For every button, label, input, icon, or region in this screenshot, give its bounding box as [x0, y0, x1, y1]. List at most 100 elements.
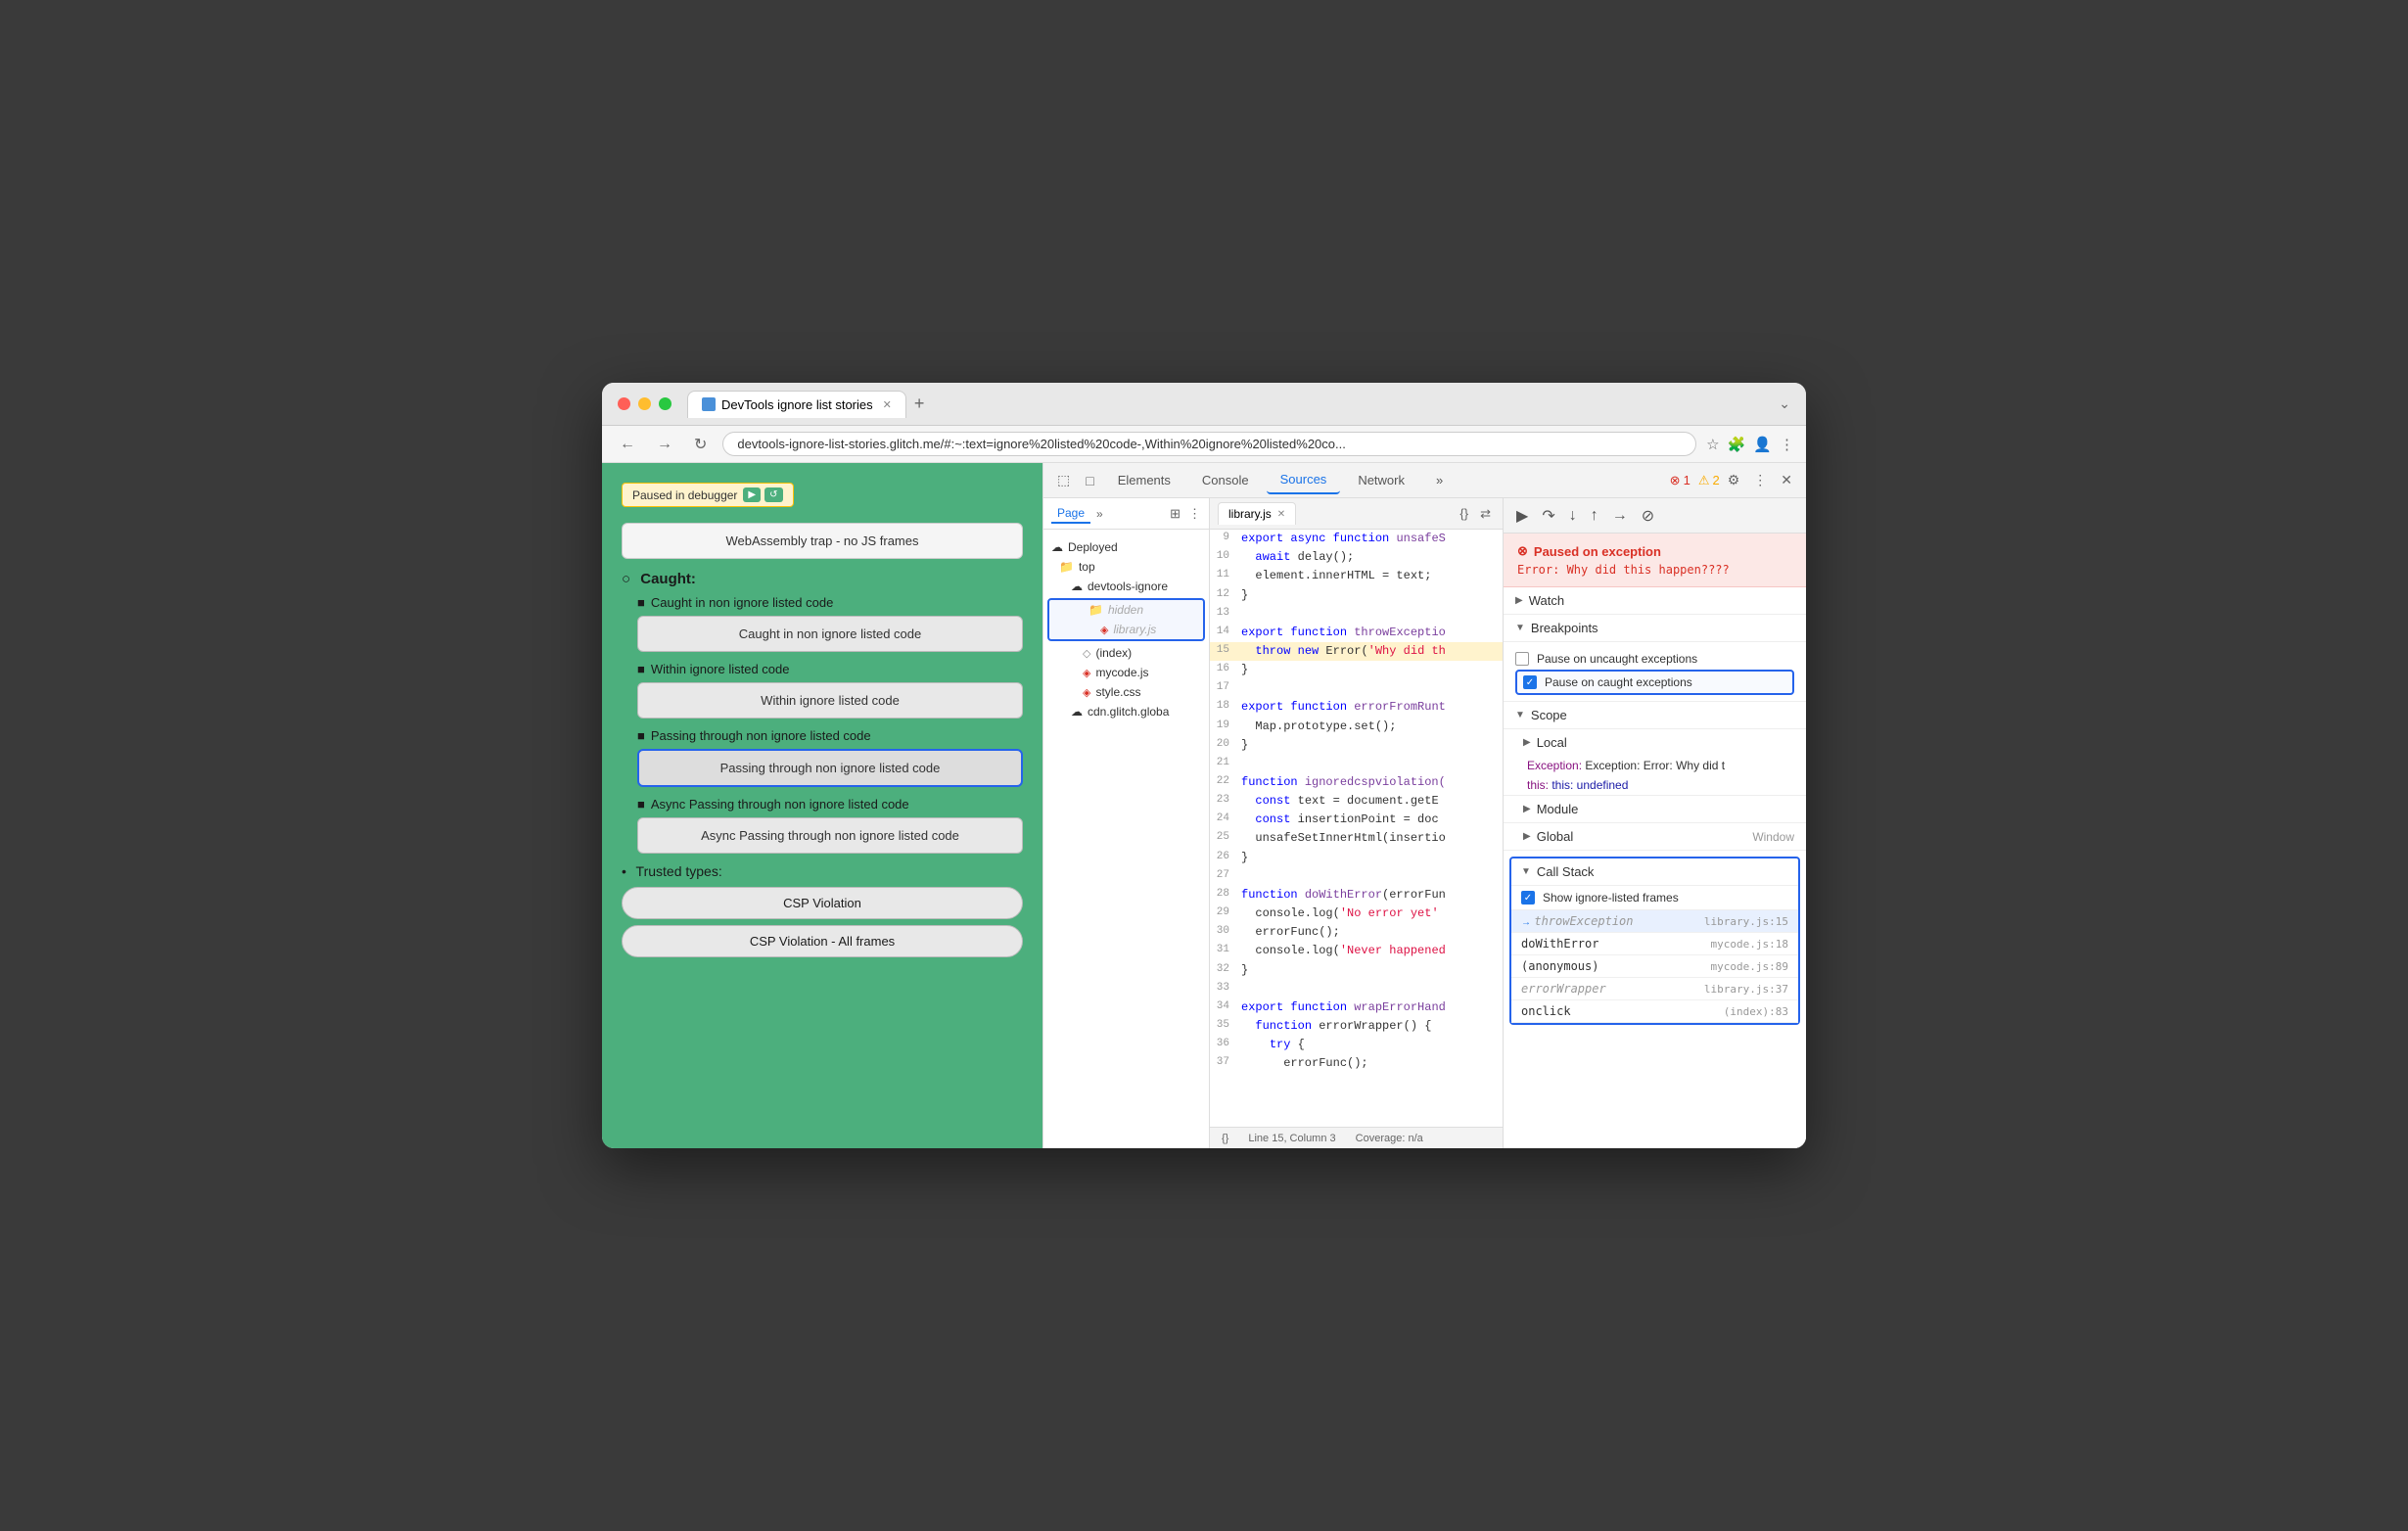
forward-button[interactable]: → — [651, 434, 678, 455]
paused-badge: Paused in debugger ▶ ↺ — [622, 483, 794, 507]
callstack-entry-4[interactable]: onclick (index):83 — [1511, 1000, 1798, 1023]
tab-close-button[interactable]: ✕ — [883, 398, 892, 411]
step-icon[interactable]: ↺ — [764, 487, 782, 502]
more-icon[interactable]: ⋮ — [1747, 468, 1773, 492]
callstack-fn-1: doWithError — [1521, 937, 1598, 951]
step-over-icon[interactable]: ↷ — [1537, 503, 1559, 529]
tab-sources[interactable]: Sources — [1267, 466, 1341, 494]
device-icon[interactable]: □ — [1080, 469, 1099, 492]
scope-section-header[interactable]: ▼ Scope — [1504, 702, 1806, 729]
callstack-entry-2[interactable]: (anonymous) mycode.js:89 — [1511, 955, 1798, 978]
button-async-passing[interactable]: Async Passing through non ignore listed … — [637, 817, 1023, 854]
inspect-icon[interactable]: ⬚ — [1051, 468, 1076, 492]
tree-item-top[interactable]: 📁 top — [1043, 557, 1209, 577]
scope-local-header[interactable]: ▶ Local — [1504, 729, 1806, 756]
sidebar-more-icon[interactable]: ⋮ — [1188, 506, 1201, 522]
maximize-button[interactable] — [659, 397, 671, 410]
tree-item-hidden[interactable]: 📁 hidden — [1049, 600, 1203, 620]
tab-elements[interactable]: Elements — [1104, 467, 1184, 493]
callstack-fn-2: (anonymous) — [1521, 959, 1598, 973]
pause-caught-checkbox[interactable]: ✓ — [1523, 675, 1537, 689]
show-ignore-checkbox[interactable]: ✓ — [1521, 891, 1535, 905]
callstack-entry-3[interactable]: errorWrapper library.js:37 — [1511, 978, 1798, 1000]
code-line-23: 23 const text = document.getE — [1210, 792, 1503, 811]
warn-icon: ⚠ — [1698, 473, 1710, 488]
menu-icon[interactable]: ⋮ — [1780, 436, 1794, 453]
caught-section: ○ Caught: ■ Caught in non ignore listed … — [622, 571, 1023, 854]
callstack-entry-1[interactable]: doWithError mycode.js:18 — [1511, 933, 1798, 955]
callstack-loc-4: (index):83 — [1724, 1005, 1788, 1018]
tree-item-deployed[interactable]: ☁ Deployed — [1043, 537, 1209, 557]
minimize-button[interactable] — [638, 397, 651, 410]
button-within-ignore[interactable]: Within ignore listed code — [637, 682, 1023, 719]
bookmark-icon[interactable]: ☆ — [1706, 436, 1719, 453]
sidebar-toggle-icon[interactable]: ⊞ — [1170, 506, 1181, 522]
sync-icon[interactable]: ⇄ — [1476, 504, 1495, 524]
trusted-csp-violation[interactable]: CSP Violation — [622, 887, 1023, 919]
chevron-down-icon[interactable]: ⌄ — [1779, 395, 1790, 412]
chevron-down-scope: ▼ — [1515, 710, 1525, 720]
close-devtools-icon[interactable]: ✕ — [1775, 468, 1798, 492]
tab-network[interactable]: Network — [1344, 467, 1418, 493]
scope-module-header[interactable]: ▶ Module — [1504, 796, 1806, 823]
code-line-20: 20 } — [1210, 736, 1503, 755]
callstack-entry-0[interactable]: → throwException library.js:15 — [1511, 910, 1798, 933]
scope-local-section: ▶ Local Exception: Exception: Error: Why… — [1504, 729, 1806, 796]
editor-tab-label: library.js — [1228, 507, 1272, 521]
new-tab-button[interactable]: + — [906, 394, 933, 414]
cloud-icon-2: ☁ — [1071, 580, 1083, 593]
traffic-lights — [618, 397, 671, 410]
scope-global-header[interactable]: ▶ Global Window — [1504, 823, 1806, 851]
tree-item-devtools-ignore[interactable]: ☁ devtools-ignore — [1043, 577, 1209, 596]
item-label-within-ignore: ■ Within ignore listed code — [637, 662, 1023, 676]
breakpoints-section-header[interactable]: ▼ Breakpoints — [1504, 615, 1806, 642]
callstack-header[interactable]: ▼ Call Stack — [1511, 858, 1798, 886]
step-into-icon[interactable]: ↓ — [1564, 504, 1582, 528]
tree-item-cdn[interactable]: ☁ cdn.glitch.globa — [1043, 702, 1209, 721]
tree-item-index[interactable]: ◇ (index) — [1043, 643, 1209, 663]
item-label-passing-through: ■ Passing through non ignore listed code — [637, 728, 1023, 743]
tab-console[interactable]: Console — [1188, 467, 1263, 493]
global-value: Window — [1752, 830, 1794, 844]
sources-tab-more[interactable]: » — [1096, 507, 1103, 521]
button-caught-non-ignore[interactable]: Caught in non ignore listed code — [637, 616, 1023, 652]
trusted-types-section: • Trusted types: CSP Violation CSP Viola… — [622, 863, 1023, 957]
breakpoints-label: Breakpoints — [1531, 621, 1598, 635]
profile-icon[interactable]: 👤 — [1753, 436, 1772, 453]
code-line-31: 31 console.log('Never happened — [1210, 942, 1503, 960]
trusted-csp-violation-all[interactable]: CSP Violation - All frames — [622, 925, 1023, 957]
watch-section-header[interactable]: ▶ Watch — [1504, 587, 1806, 615]
step-out-icon[interactable]: ↑ — [1586, 504, 1603, 528]
scope-local-label: Local — [1537, 735, 1567, 750]
show-ignore-row: ✓ Show ignore-listed frames — [1511, 886, 1798, 910]
close-button[interactable] — [618, 397, 630, 410]
resume-icon[interactable]: ▶ — [1511, 503, 1533, 529]
reload-button[interactable]: ↻ — [688, 433, 713, 456]
show-ignore-label: Show ignore-listed frames — [1543, 891, 1679, 905]
tree-item-style[interactable]: ◈ style.css — [1043, 682, 1209, 702]
resume-icon[interactable]: ▶ — [743, 487, 761, 502]
button-passing-through[interactable]: Passing through non ignore listed code — [637, 749, 1023, 787]
sources-tab-page[interactable]: Page — [1051, 504, 1090, 524]
extension-icon[interactable]: 🧩 — [1728, 436, 1746, 453]
browser-tab[interactable]: DevTools ignore list stories ✕ — [687, 391, 906, 418]
tree-item-library-js[interactable]: ◈ library.js — [1049, 620, 1203, 639]
item-within-ignore: ■ Within ignore listed code Within ignor… — [637, 662, 1023, 719]
pause-uncaught-checkbox[interactable] — [1515, 652, 1529, 666]
settings-icon[interactable]: ⚙ — [1722, 468, 1746, 492]
tab-more[interactable]: » — [1422, 467, 1457, 493]
callstack-fn-4: onclick — [1521, 1004, 1571, 1018]
address-input[interactable]: devtools-ignore-list-stories.glitch.me/#… — [722, 432, 1696, 456]
step-icon[interactable]: → — [1607, 504, 1633, 528]
deactivate-breakpoints-icon[interactable]: ⊘ — [1637, 503, 1659, 529]
code-line-37: 37 errorFunc(); — [1210, 1054, 1503, 1073]
editor-tab-close-icon[interactable]: ✕ — [1277, 509, 1285, 520]
editor-tab-library[interactable]: library.js ✕ — [1218, 502, 1296, 525]
paused-badge-text: Paused in debugger — [632, 488, 737, 502]
address-bar: ← → ↻ devtools-ignore-list-stories.glitc… — [602, 426, 1806, 463]
format-icon[interactable]: {} — [1456, 504, 1472, 524]
back-button[interactable]: ← — [614, 434, 641, 455]
sources-tab-bar: Page » ⊞ ⋮ — [1043, 498, 1209, 530]
tree-item-mycode[interactable]: ◈ mycode.js — [1043, 663, 1209, 682]
scope-label: Scope — [1531, 708, 1567, 722]
